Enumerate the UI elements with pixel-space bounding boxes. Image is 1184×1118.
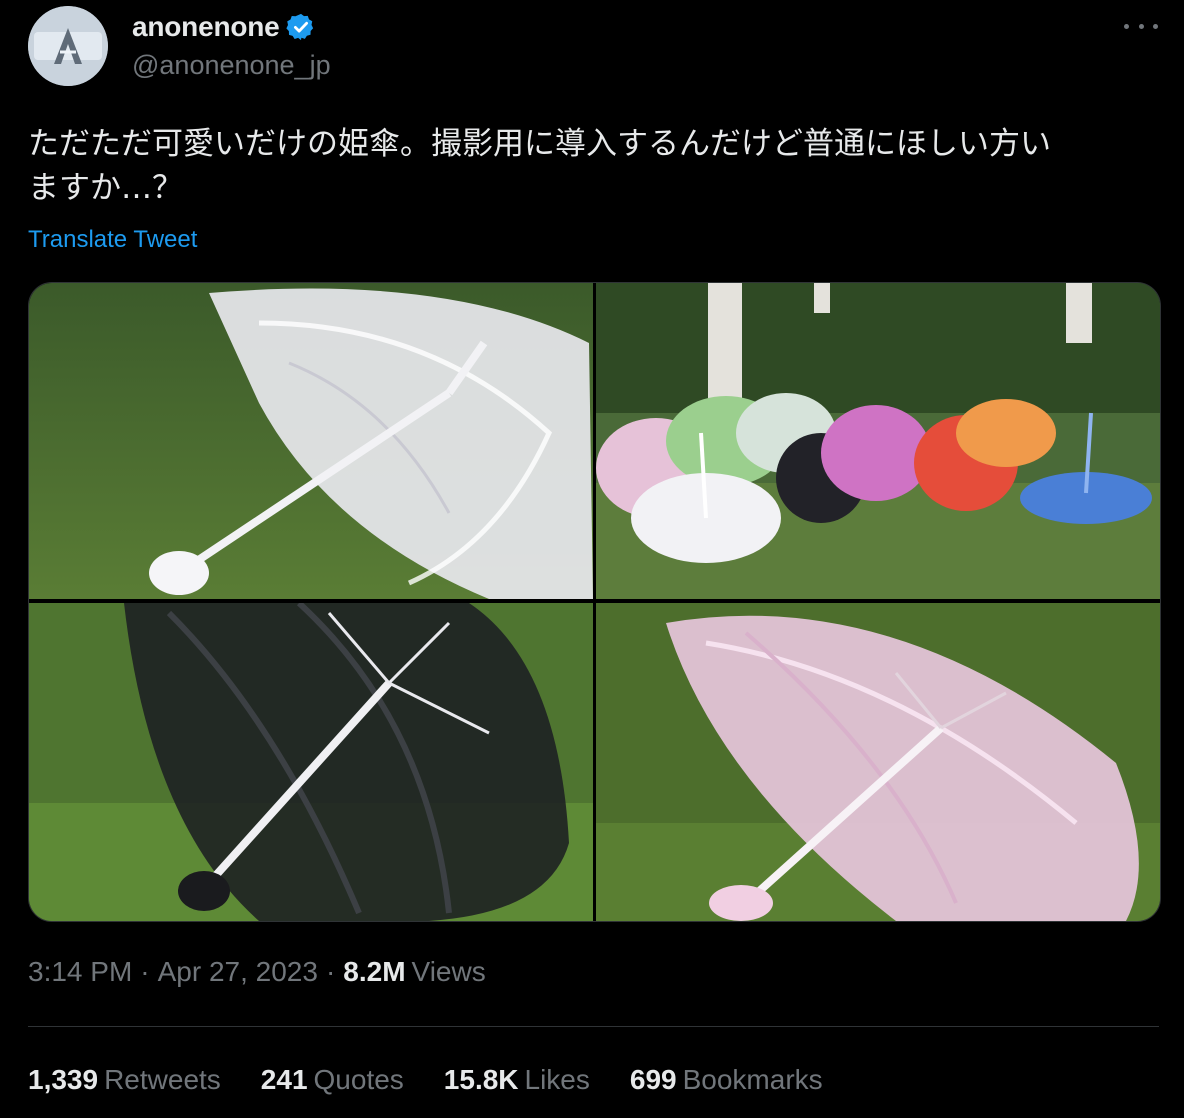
multicolor-parasols-image xyxy=(596,283,1160,599)
tweet-date[interactable]: Apr 27, 2023 xyxy=(158,956,318,988)
dot xyxy=(1124,23,1129,29)
dot xyxy=(1138,23,1144,29)
quotes-label: Quotes xyxy=(313,1064,404,1095)
quotes-stat[interactable]: 241 Quotes xyxy=(261,1064,404,1096)
retweets-stat[interactable]: 1,339 Retweets xyxy=(28,1064,221,1096)
white-parasol-image xyxy=(29,283,593,599)
verified-badge-icon xyxy=(285,13,313,41)
photo-white-parasol[interactable] xyxy=(29,283,593,599)
photo-pink-parasol[interactable] xyxy=(596,603,1160,921)
retweets-count: 1,339 xyxy=(28,1064,99,1095)
tweet-meta: 3:14 PM · Apr 27, 2023 · 8.2M Views xyxy=(28,956,486,988)
avatar[interactable] xyxy=(28,6,108,86)
photo-multicolor-parasols[interactable] xyxy=(596,283,1160,599)
bookmarks-stat[interactable]: 699 Bookmarks xyxy=(630,1064,823,1096)
tweet-time[interactable]: 3:14 PM xyxy=(28,956,132,988)
dot xyxy=(1153,23,1158,29)
photo-black-parasol[interactable] xyxy=(29,603,593,921)
retweets-label: Retweets xyxy=(104,1064,221,1095)
divider xyxy=(28,1026,1159,1027)
author-name-row[interactable]: anonenone xyxy=(132,10,316,44)
likes-label: Likes xyxy=(524,1064,590,1095)
engagement-stats: 1,339 Retweets 241 Quotes 15.8K Likes 699 Bo… xyxy=(28,1064,863,1096)
views-count[interactable]: 8.2M xyxy=(343,956,405,988)
more-options-icon[interactable] xyxy=(1124,14,1158,38)
a-logo-avatar-icon xyxy=(28,6,108,86)
likes-count: 15.8K xyxy=(443,1064,519,1095)
likes-stat[interactable]: 15.8K Likes xyxy=(444,1064,590,1096)
bookmarks-label: Bookmarks xyxy=(682,1064,823,1095)
black-parasol-image xyxy=(29,603,593,921)
media-grid xyxy=(28,282,1161,922)
quotes-count: 241 xyxy=(260,1064,308,1095)
views-label: Views xyxy=(411,956,486,987)
author-handle[interactable]: @anonenone_jp xyxy=(132,50,331,81)
tweet-text: ただただ可愛いだけの姫傘。撮影用に導入するんだけど普通にほしい方い ますか…？ xyxy=(28,126,1051,206)
meta-separator: · xyxy=(325,956,336,987)
pink-parasol-image xyxy=(596,603,1160,921)
bookmarks-count: 699 xyxy=(629,1064,677,1095)
translate-tweet-link[interactable]: Translate Tweet xyxy=(28,226,197,254)
display-name[interactable]: anonenone xyxy=(132,11,280,43)
meta-separator: · xyxy=(140,956,150,987)
